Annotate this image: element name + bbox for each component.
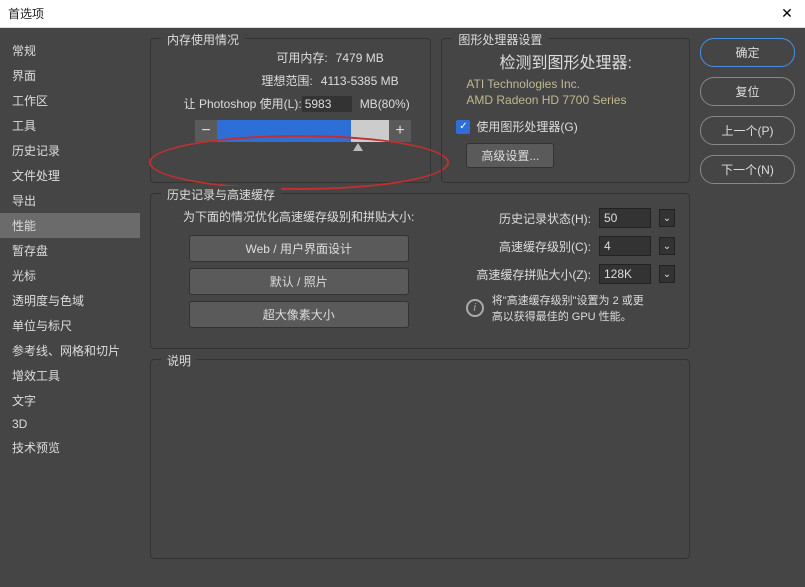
slider-track[interactable] [217, 120, 389, 142]
description-section: 说明 [150, 359, 690, 559]
sidebar-item-performance[interactable]: 性能 [0, 213, 140, 238]
sidebar-item-tech-preview[interactable]: 技术预览 [0, 435, 140, 460]
plus-icon: + [395, 122, 404, 140]
gpu-title: 图形处理器设置 [452, 31, 548, 48]
use-gpu-label: 使用图形处理器(G) [476, 118, 577, 135]
chevron-down-icon: ⌄ [663, 241, 671, 252]
sidebar-item-scratch-disks[interactable]: 暂存盘 [0, 238, 140, 263]
slider-handle-icon[interactable] [353, 143, 363, 151]
chevron-down-icon: ⌄ [663, 269, 671, 280]
sidebar-item-tools[interactable]: 工具 [0, 113, 140, 138]
gpu-section: 图形处理器设置 检测到图形处理器: ATI Technologies Inc. … [441, 38, 690, 183]
right-buttons: 确定 复位 上一个(P) 下一个(N) [700, 28, 805, 587]
sidebar-item-type[interactable]: 文字 [0, 388, 140, 413]
ideal-value: 4113-5385 MB [321, 74, 399, 88]
prev-button[interactable]: 上一个(P) [700, 116, 795, 145]
history-states-dropdown[interactable]: ⌄ [659, 209, 675, 227]
sidebar-item-workspace[interactable]: 工作区 [0, 88, 140, 113]
available-label: 可用内存: [198, 49, 328, 66]
gpu-vendor: ATI Technologies Inc. [466, 77, 675, 93]
sidebar-item-export[interactable]: 导出 [0, 188, 140, 213]
sidebar-item-3d[interactable]: 3D [0, 413, 140, 435]
next-button[interactable]: 下一个(N) [700, 155, 795, 184]
tile-size-input[interactable] [599, 264, 651, 284]
chevron-down-icon: ⌄ [663, 213, 671, 224]
ok-button[interactable]: 确定 [700, 38, 795, 67]
cache-levels-dropdown[interactable]: ⌄ [659, 237, 675, 255]
sidebar: 常规 界面 工作区 工具 历史记录 文件处理 导出 性能 暂存盘 光标 透明度与… [0, 28, 140, 587]
available-value: 7479 MB [336, 51, 384, 65]
memory-slider[interactable]: − + [195, 120, 416, 142]
history-title: 历史记录与高速缓存 [161, 186, 281, 203]
gpu-detected-label: 检测到图形处理器: [456, 49, 675, 73]
sidebar-item-general[interactable]: 常规 [0, 38, 140, 63]
slider-fill [217, 120, 351, 142]
memory-input[interactable] [302, 96, 352, 112]
memory-section: 内存使用情况 可用内存: 7479 MB 理想范围: 4113-5385 MB … [150, 38, 431, 183]
let-use-label: 让 Photoshop 使用(L): [172, 95, 302, 112]
tile-size-dropdown[interactable]: ⌄ [659, 265, 675, 283]
slider-plus-button[interactable]: + [389, 120, 411, 142]
cache-tip: 将"高速缓存级别"设置为 2 或更高以获得最佳的 GPU 性能。 [492, 292, 652, 324]
dialog-body: 常规 界面 工作区 工具 历史记录 文件处理 导出 性能 暂存盘 光标 透明度与… [0, 28, 805, 587]
tile-size-label: 高速缓存拼贴大小(Z): [476, 266, 591, 283]
preset-web-button[interactable]: Web / 用户界面设计 [189, 235, 409, 262]
main-panel: 内存使用情况 可用内存: 7479 MB 理想范围: 4113-5385 MB … [140, 28, 700, 587]
annotation-ellipse [149, 135, 449, 190]
sidebar-item-units[interactable]: 单位与标尺 [0, 313, 140, 338]
sidebar-item-guides[interactable]: 参考线、网格和切片 [0, 338, 140, 363]
titlebar: 首选项 ✕ [0, 0, 805, 28]
sidebar-item-plugins[interactable]: 增效工具 [0, 363, 140, 388]
info-icon: i [466, 299, 484, 317]
preferences-dialog: 首选项 ✕ 常规 界面 工作区 工具 历史记录 文件处理 导出 性能 暂存盘 光… [0, 0, 805, 587]
sidebar-item-cursors[interactable]: 光标 [0, 263, 140, 288]
description-title: 说明 [161, 352, 197, 369]
sidebar-item-file-handling[interactable]: 文件处理 [0, 163, 140, 188]
slider-minus-button[interactable]: − [195, 120, 217, 142]
dialog-title: 首选项 [8, 5, 777, 22]
history-desc: 为下面的情况优化高速缓存级别和拼贴大小: [165, 208, 432, 225]
ideal-label: 理想范围: [183, 72, 313, 89]
preset-default-button[interactable]: 默认 / 照片 [189, 268, 409, 295]
gpu-advanced-button[interactable]: 高级设置... [466, 143, 554, 168]
minus-icon: − [201, 122, 210, 140]
close-icon[interactable]: ✕ [777, 4, 797, 24]
reset-button[interactable]: 复位 [700, 77, 795, 106]
preset-large-button[interactable]: 超大像素大小 [189, 301, 409, 328]
sidebar-item-history-log[interactable]: 历史记录 [0, 138, 140, 163]
history-states-label: 历史记录状态(H): [499, 210, 591, 227]
let-unit: MB(80%) [360, 97, 410, 111]
gpu-model: AMD Radeon HD 7700 Series [466, 93, 675, 109]
history-states-input[interactable] [599, 208, 651, 228]
cache-levels-label: 高速缓存级别(C): [499, 238, 591, 255]
check-icon: ✓ [459, 121, 467, 132]
cache-levels-input[interactable] [599, 236, 651, 256]
memory-title: 内存使用情况 [161, 31, 245, 48]
use-gpu-checkbox[interactable]: ✓ [456, 120, 470, 134]
sidebar-item-transparency[interactable]: 透明度与色域 [0, 288, 140, 313]
sidebar-item-interface[interactable]: 界面 [0, 63, 140, 88]
history-cache-section: 历史记录与高速缓存 为下面的情况优化高速缓存级别和拼贴大小: Web / 用户界… [150, 193, 690, 349]
